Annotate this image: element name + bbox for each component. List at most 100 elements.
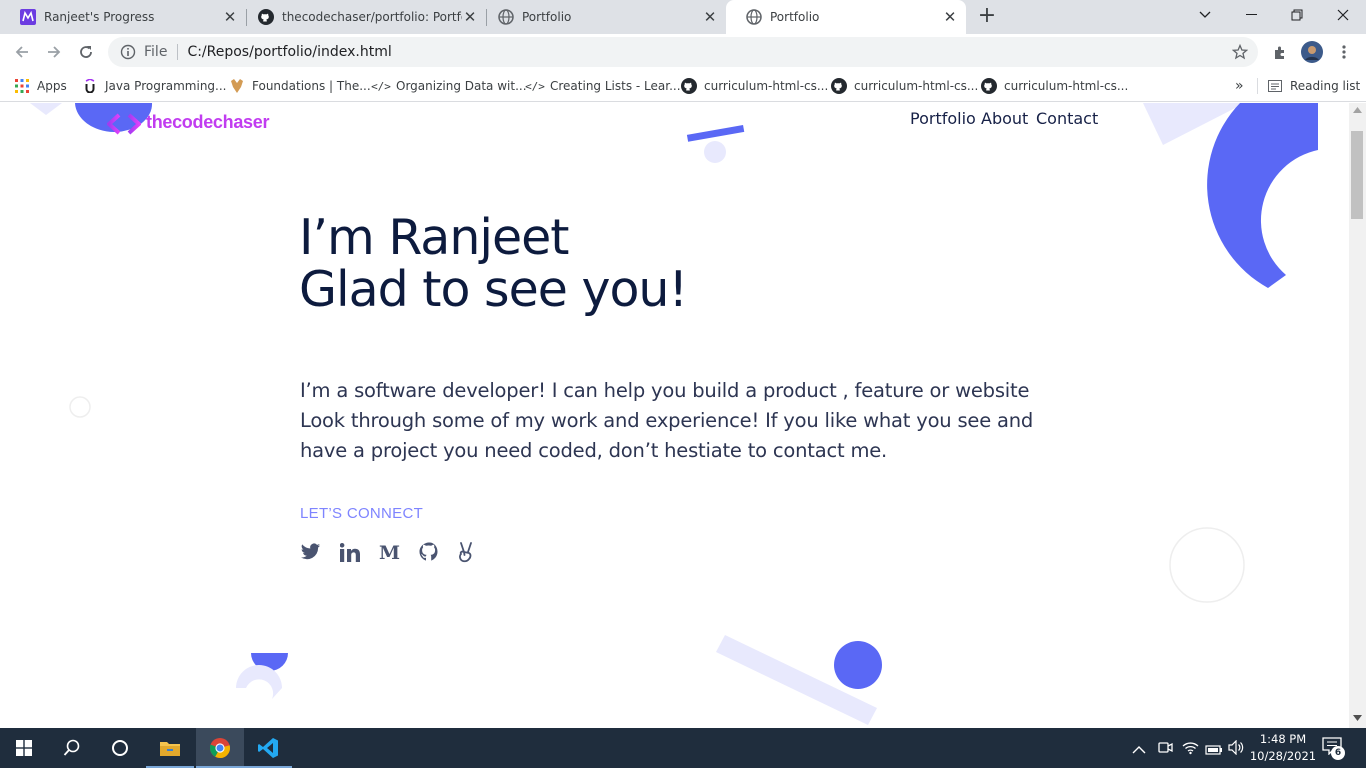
apps-grid-icon	[14, 78, 30, 94]
site-logo-text[interactable]: thecodechaser	[146, 112, 269, 133]
windows-icon	[16, 740, 32, 756]
start-button[interactable]	[0, 728, 48, 768]
forward-button[interactable]	[40, 38, 68, 66]
hero-title-line-1: I’m Ranjeet	[299, 209, 570, 266]
battery-icon[interactable]	[1205, 741, 1223, 760]
address-bar[interactable]: File C:/Repos/portfolio/index.html	[108, 37, 1258, 67]
bookmark-apps[interactable]: Apps	[14, 77, 67, 95]
nav-link-contact[interactable]: Contact	[1036, 109, 1098, 128]
bio-line-1: I’m a software developer! I can help you…	[300, 379, 1030, 402]
udemy-icon	[82, 78, 98, 94]
bookmark-label: Creating Lists - Lear...	[550, 79, 681, 93]
tab-search-button[interactable]	[1182, 0, 1228, 30]
bookmark-foundations[interactable]: Foundations | The...	[229, 77, 371, 95]
minimize-button[interactable]	[1228, 0, 1274, 30]
code-brackets-icon: </>	[371, 79, 391, 93]
close-window-button[interactable]	[1320, 0, 1366, 30]
reading-list-button[interactable]: Reading list	[1267, 77, 1360, 95]
extensions-icon[interactable]	[1266, 38, 1294, 66]
code-logo-icon	[106, 113, 142, 135]
clock-time: 1:48 PM	[1259, 732, 1307, 746]
reading-list-icon	[1267, 78, 1283, 94]
bookmark-label: Apps	[37, 79, 67, 93]
bookmark-label: curriculum-html-cs...	[704, 79, 829, 93]
nav-link-portfolio[interactable]: Portfolio	[910, 109, 976, 128]
bookmark-java[interactable]: Java Programming...	[82, 77, 226, 95]
menu-kebab-icon[interactable]	[1330, 38, 1358, 66]
github-icon	[258, 9, 274, 25]
hero-title-line-2: Glad to see you!	[299, 261, 688, 318]
profile-avatar[interactable]	[1298, 38, 1326, 66]
cortana-icon	[112, 740, 128, 756]
clock-date: 10/28/2021	[1249, 749, 1317, 763]
page-viewport: thecodechaser Portfolio About Contact I’…	[0, 103, 1349, 728]
bookmark-curriculum-3[interactable]: curriculum-html-cs...	[981, 77, 1128, 95]
scheme-label: File	[144, 44, 168, 60]
back-button[interactable]	[8, 38, 36, 66]
reading-list-label: Reading list	[1290, 79, 1361, 93]
page-scrollbar[interactable]	[1349, 103, 1366, 728]
medium-icon[interactable]: M	[379, 541, 401, 563]
bookmark-star-icon[interactable]	[1231, 43, 1249, 64]
bookmark-creating-lists[interactable]: </> Creating Lists - Lear...	[525, 77, 681, 95]
close-icon[interactable]: ✕	[942, 9, 958, 25]
vscode-button[interactable]	[244, 728, 292, 768]
browser-toolbar: File C:/Repos/portfolio/index.html	[0, 34, 1366, 70]
tab-title: thecodechaser/portfolio: Portfolio	[282, 10, 462, 24]
bookmark-label: curriculum-html-cs...	[854, 79, 979, 93]
bookmark-label: Java Programming...	[105, 79, 227, 93]
bookmark-curriculum-2[interactable]: curriculum-html-cs...	[831, 77, 978, 95]
search-button[interactable]	[48, 728, 96, 768]
github-icon[interactable]	[418, 541, 440, 563]
volume-icon[interactable]	[1228, 739, 1245, 759]
tab-ranjeets-progress[interactable]: Ranjeet's Progress ✕	[0, 0, 246, 34]
linkedin-icon[interactable]	[339, 541, 361, 563]
restore-button[interactable]	[1274, 0, 1320, 30]
tab-portfolio[interactable]: Portfolio ✕	[478, 0, 726, 34]
reload-button[interactable]	[72, 38, 100, 66]
bookmark-label: Organizing Data wit...	[396, 79, 527, 93]
more-bookmarks-button[interactable]: »	[1235, 77, 1244, 95]
close-icon[interactable]: ✕	[222, 9, 238, 25]
cortana-button[interactable]	[96, 728, 144, 768]
windows-taskbar: 1:48 PM 10/28/2021 6	[0, 728, 1366, 768]
close-icon[interactable]: ✕	[462, 9, 478, 25]
bookmark-label: curriculum-html-cs...	[1004, 79, 1129, 93]
meet-now-icon[interactable]	[1157, 740, 1173, 760]
twitter-icon[interactable]	[299, 541, 321, 563]
bookmark-curriculum-1[interactable]: curriculum-html-cs...	[681, 77, 828, 95]
folder-icon	[160, 742, 180, 756]
svg-text:M: M	[379, 544, 400, 560]
tab-portfolio-active[interactable]: Portfolio ✕	[726, 0, 966, 34]
new-tab-button[interactable]: +	[975, 5, 999, 28]
bookmarks-bar: Apps Java Programming... Foundations | T…	[0, 70, 1366, 102]
progress-logo-icon	[20, 9, 36, 25]
bookmark-label: Foundations | The...	[252, 79, 371, 93]
bookmark-organizing-data[interactable]: </> Organizing Data wit...	[371, 77, 527, 95]
lets-connect-label: LET’S CONNECT	[300, 505, 424, 522]
tab-title: Ranjeet's Progress	[44, 10, 155, 24]
site-logo[interactable]	[106, 113, 142, 135]
bio-line-2: Look through some of my work and experie…	[300, 409, 1034, 432]
tray-overflow-icon[interactable]	[1132, 740, 1146, 759]
wifi-icon[interactable]	[1182, 740, 1199, 759]
close-icon[interactable]: ✕	[702, 9, 718, 25]
odin-icon	[229, 78, 245, 94]
scrollbar-thumb[interactable]	[1351, 131, 1363, 219]
notification-center-button[interactable]: 6	[1322, 737, 1348, 761]
github-icon	[981, 78, 997, 94]
globe-icon	[746, 9, 762, 25]
url-text[interactable]: C:/Repos/portfolio/index.html	[187, 44, 391, 60]
angellist-icon[interactable]	[455, 541, 477, 563]
tab-github-portfolio[interactable]: thecodechaser/portfolio: Portfolio ✕	[238, 0, 486, 34]
taskbar-clock[interactable]: 1:48 PM 10/28/2021	[1248, 731, 1318, 765]
github-icon	[681, 78, 697, 94]
nav-link-about[interactable]: About	[981, 109, 1028, 128]
chrome-button[interactable]	[196, 728, 244, 768]
info-icon[interactable]	[120, 44, 136, 60]
github-icon	[831, 78, 847, 94]
file-explorer-button[interactable]	[146, 728, 194, 768]
search-icon	[63, 739, 80, 756]
notification-badge: 6	[1331, 746, 1345, 760]
globe-icon	[498, 9, 514, 25]
